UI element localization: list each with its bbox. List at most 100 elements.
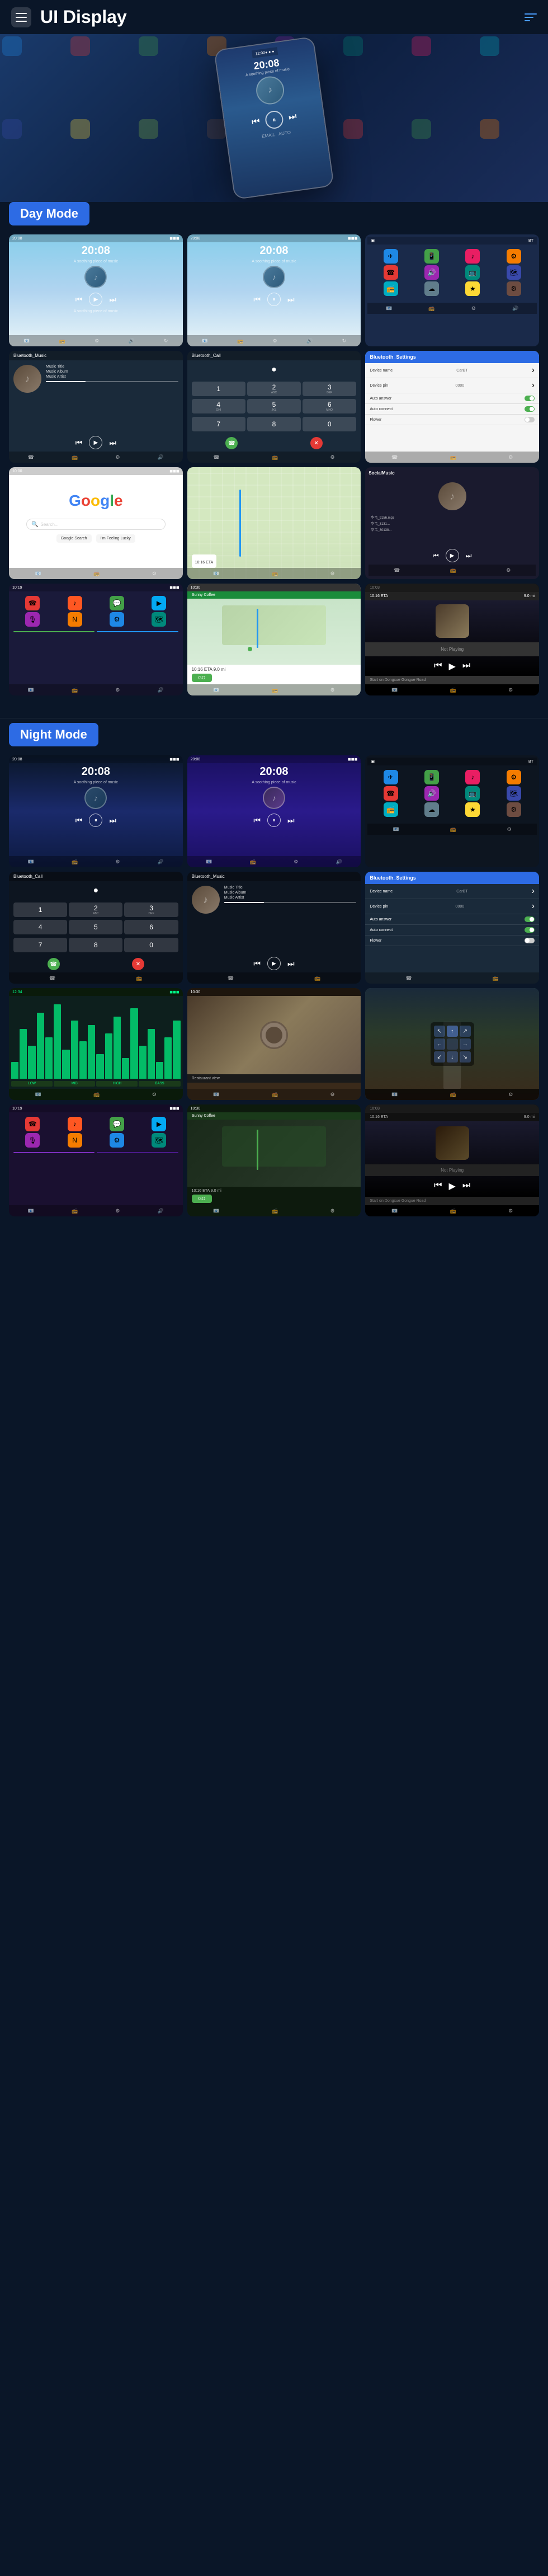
key-1[interactable]: 1 bbox=[192, 382, 245, 396]
app-icon[interactable]: ★ bbox=[465, 281, 480, 296]
app-icon[interactable]: 📱 bbox=[424, 249, 439, 264]
night-app-maps[interactable]: 🗺 bbox=[152, 1133, 166, 1148]
nav-arrow-ur[interactable]: ↗ bbox=[460, 1026, 471, 1037]
app-maps[interactable]: 🗺 bbox=[152, 612, 166, 627]
key-0[interactable]: 0 bbox=[303, 417, 356, 431]
eq-band-4[interactable]: BASS bbox=[139, 1081, 180, 1087]
night-app-whatsapp[interactable]: 💬 bbox=[110, 1117, 124, 1131]
key-6[interactable]: 6MNO bbox=[303, 399, 356, 413]
night-app-music[interactable]: ♪ bbox=[68, 1117, 82, 1131]
nav-arrow-up[interactable]: ↑ bbox=[447, 1026, 458, 1037]
app-podcast[interactable]: 🎙 bbox=[25, 612, 40, 627]
key-8[interactable]: 8 bbox=[247, 417, 301, 431]
night-app-icon[interactable]: ☁ bbox=[424, 802, 439, 817]
key-7[interactable]: 7 bbox=[192, 417, 245, 431]
next-btn[interactable]: ⏭ bbox=[462, 661, 470, 672]
nav-arrow-dr[interactable]: ↘ bbox=[460, 1051, 471, 1063]
google-search-bar[interactable]: 🔍 Search... bbox=[26, 519, 166, 530]
app-icon[interactable]: ⚙ bbox=[507, 281, 521, 296]
flower-toggle[interactable] bbox=[525, 417, 535, 422]
auto-answer-toggle[interactable] bbox=[525, 396, 535, 401]
app-phone[interactable]: ☎ bbox=[25, 596, 40, 610]
menu-button[interactable] bbox=[11, 7, 31, 27]
track-1[interactable]: 华韦_9156.mp3 bbox=[371, 515, 533, 520]
night-app-settings[interactable]: ⚙ bbox=[110, 1133, 124, 1148]
key-4[interactable]: 4GHI bbox=[192, 399, 245, 413]
night-key-8[interactable]: 8 bbox=[69, 938, 122, 952]
night-app-icon[interactable]: ⚙ bbox=[507, 770, 521, 784]
nav-arrow-right[interactable]: → bbox=[460, 1038, 471, 1050]
night-app-icon[interactable]: ✈ bbox=[384, 770, 398, 784]
app-whatsapp[interactable]: 💬 bbox=[110, 596, 124, 610]
app-icon[interactable]: 🔊 bbox=[424, 265, 439, 280]
app-icon[interactable]: 📻 bbox=[384, 281, 398, 296]
night-app-icon[interactable]: ☎ bbox=[384, 786, 398, 801]
eq-band-1[interactable]: LOW bbox=[11, 1081, 53, 1087]
night-key-3[interactable]: 3DEF bbox=[124, 902, 178, 917]
social-play[interactable]: ▶ bbox=[446, 549, 459, 562]
night-key-1[interactable]: 1 bbox=[13, 902, 67, 917]
app-music[interactable]: ♪ bbox=[68, 596, 82, 610]
app-youtube[interactable]: ▶ bbox=[152, 596, 166, 610]
day-play-2[interactable]: ⏸ bbox=[267, 293, 281, 306]
app-netflix[interactable]: N bbox=[68, 612, 82, 627]
eq-band-2[interactable]: MID bbox=[54, 1081, 95, 1087]
night-key-6[interactable]: 6 bbox=[124, 920, 178, 934]
night-app-icon[interactable]: ♪ bbox=[465, 770, 480, 784]
night-app-pod[interactable]: 🎙 bbox=[25, 1133, 40, 1148]
app-icon[interactable]: ⚙ bbox=[507, 249, 521, 264]
nav-arrow-dl[interactable]: ↙ bbox=[434, 1051, 445, 1063]
app-icon[interactable]: ☎ bbox=[384, 265, 398, 280]
auto-connect-toggle[interactable] bbox=[525, 406, 535, 412]
night-app-icon[interactable]: ★ bbox=[465, 802, 480, 817]
track-2[interactable]: 华韦_3131... bbox=[371, 521, 533, 526]
night-key-5[interactable]: 5 bbox=[69, 920, 122, 934]
day-play-1[interactable]: ▶ bbox=[89, 293, 102, 306]
lucky-btn[interactable]: I'm Feeling Lucky bbox=[96, 534, 135, 543]
app-icon[interactable]: 📺 bbox=[465, 265, 480, 280]
call-button[interactable]: ☎ bbox=[225, 437, 238, 449]
night-app-netflix[interactable]: N bbox=[68, 1133, 82, 1148]
key-5[interactable]: 5JKL bbox=[247, 399, 301, 413]
night-key-2[interactable]: 2ABC bbox=[69, 902, 122, 917]
key-3[interactable]: 3DEF bbox=[303, 382, 356, 396]
night-next-btn[interactable]: ⏭ bbox=[462, 1181, 470, 1192]
night-app-icon[interactable]: 📻 bbox=[384, 802, 398, 817]
night-app-icon[interactable]: ⚙ bbox=[507, 802, 521, 817]
nav-icon[interactable] bbox=[525, 13, 537, 21]
track-3[interactable]: 华韦_30138... bbox=[371, 527, 533, 532]
hero-play-button[interactable]: ⏸ bbox=[264, 110, 284, 130]
night-app-icon[interactable]: 🔊 bbox=[424, 786, 439, 801]
prev-btn[interactable]: ⏮ bbox=[434, 661, 442, 672]
night-app-phone[interactable]: ☎ bbox=[25, 1117, 40, 1131]
night-app-icon[interactable]: 📺 bbox=[465, 786, 480, 801]
bt-play[interactable]: ▶ bbox=[89, 436, 102, 449]
app-icon[interactable]: ☁ bbox=[424, 281, 439, 296]
night-play-1[interactable]: ⏸ bbox=[89, 814, 102, 827]
night-app-icon[interactable]: 🗺 bbox=[507, 786, 521, 801]
night-go-btn[interactable]: GO bbox=[192, 1195, 212, 1203]
go-button[interactable]: GO bbox=[192, 674, 212, 682]
night-app-yt[interactable]: ▶ bbox=[152, 1117, 166, 1131]
night-key-7[interactable]: 7 bbox=[13, 938, 67, 952]
night-flower-toggle[interactable] bbox=[525, 938, 535, 943]
nav-arrow-left[interactable]: ← bbox=[434, 1038, 445, 1050]
key-2[interactable]: 2ABC bbox=[247, 382, 301, 396]
night-auto-answer-toggle[interactable] bbox=[525, 916, 535, 922]
night-call-btn[interactable]: ☎ bbox=[48, 958, 60, 970]
night-key-4[interactable]: 4 bbox=[13, 920, 67, 934]
night-app-icon[interactable]: 📱 bbox=[424, 770, 439, 784]
nav-arrow-down[interactable]: ↓ bbox=[447, 1051, 458, 1063]
night-key-0[interactable]: 0 bbox=[124, 938, 178, 952]
night-bt-play[interactable]: ▶ bbox=[267, 957, 281, 970]
nav-arrow-ul[interactable]: ↖ bbox=[434, 1026, 445, 1037]
night-auto-connect-toggle[interactable] bbox=[525, 927, 535, 933]
night-play-btn[interactable]: ▶ bbox=[449, 1181, 456, 1192]
eq-band-3[interactable]: HIGH bbox=[96, 1081, 138, 1087]
app-icon[interactable]: 🗺 bbox=[507, 265, 521, 280]
app-settings[interactable]: ⚙ bbox=[110, 612, 124, 627]
night-prev-btn[interactable]: ⏮ bbox=[434, 1181, 442, 1192]
app-icon[interactable]: ♪ bbox=[465, 249, 480, 264]
night-play-2[interactable]: ⏸ bbox=[267, 814, 281, 827]
play-btn[interactable]: ▶ bbox=[449, 661, 456, 672]
